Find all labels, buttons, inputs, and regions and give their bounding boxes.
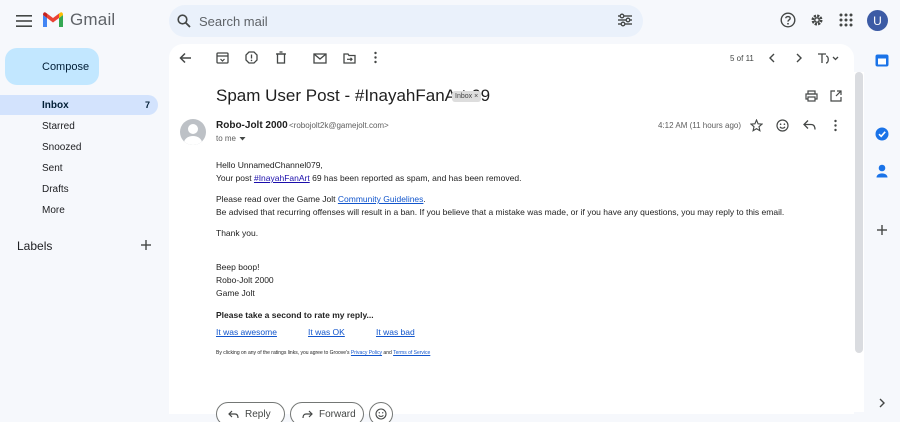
footer-prefix: By clicking on any of the ratings links,… (216, 350, 351, 356)
signature-line-1: Beep boop! (216, 262, 260, 272)
pagination-text: 5 of 11 (730, 54, 754, 63)
chip-label: Inbox (455, 93, 473, 100)
sidebar-item-sent[interactable]: Sent (0, 158, 158, 178)
forward-label: Forward (319, 408, 356, 420)
emoji-react-icon[interactable] (776, 119, 789, 132)
line-2-prefix: Please read over the Game Jolt (216, 194, 338, 204)
footer-and: and (382, 350, 394, 356)
star-icon[interactable] (750, 119, 763, 132)
community-guidelines-link[interactable]: Community Guidelines (338, 194, 424, 204)
archive-icon[interactable] (216, 52, 229, 64)
sidebar-item-label: Snoozed (42, 141, 82, 153)
gmail-m-icon (43, 12, 63, 27)
add-addon-icon[interactable] (876, 224, 888, 236)
inbox-unread-count: 7 (144, 100, 150, 110)
rating-link-awesome[interactable]: It was awesome (216, 327, 277, 337)
sidebar-item-snoozed[interactable]: Snoozed (0, 137, 158, 157)
calendar-app-icon[interactable] (875, 54, 889, 67)
chevron-right-icon[interactable] (795, 53, 803, 63)
search-bar[interactable] (169, 5, 643, 37)
inbox-label-chip[interactable]: Inbox × (452, 91, 482, 102)
email-greeting: Hello UnnamedChannel079, (216, 160, 323, 170)
side-panel (866, 44, 900, 422)
sidebar-item-more[interactable]: More (0, 200, 158, 220)
smiley-icon (375, 408, 387, 420)
move-to-icon[interactable] (343, 52, 356, 64)
sender-name[interactable]: Robo-Jolt 2000 (216, 120, 288, 131)
post-link[interactable]: #InayahFanArt (254, 173, 310, 183)
more-vertical-icon[interactable] (373, 51, 378, 64)
terms-of-service-link[interactable]: Terms of Service (393, 350, 430, 356)
reply-arrow-icon (228, 410, 239, 419)
gear-icon[interactable] (809, 12, 825, 28)
sender-email: <robojolt2k@gamejolt.com> (289, 121, 389, 130)
reply-label: Reply (245, 408, 271, 420)
sidebar-item-label: Starred (42, 120, 75, 132)
email-line-3: Be advised that recurring offenses will … (216, 207, 785, 217)
rating-heading: Please take a second to rate my reply... (216, 310, 374, 320)
caret-down-icon[interactable] (238, 134, 247, 143)
reply-icon[interactable] (803, 119, 816, 131)
forward-button[interactable]: Forward (290, 402, 364, 422)
gmail-wordmark: Gmail (70, 10, 116, 29)
compose-button[interactable]: Compose (5, 48, 99, 85)
sidebar-item-inbox[interactable]: Inbox 7 (0, 95, 158, 115)
recipients-text: to me (216, 134, 237, 143)
sidebar-item-drafts[interactable]: Drafts (0, 179, 158, 199)
scrollbar-thumb[interactable] (855, 72, 863, 353)
reply-button[interactable]: Reply (216, 402, 285, 422)
emoji-reaction-button[interactable] (369, 402, 393, 422)
rating-link-ok[interactable]: It was OK (308, 327, 345, 337)
line-1-prefix: Your post (216, 173, 254, 183)
mark-unread-icon[interactable] (313, 51, 327, 64)
search-icon[interactable] (177, 14, 191, 28)
ratings-footer-note: By clicking on any of the ratings links,… (216, 350, 430, 356)
help-icon[interactable] (780, 12, 796, 28)
labels-heading: Labels (17, 239, 53, 253)
open-new-window-icon[interactable] (830, 90, 842, 102)
line-1-suffix: 69 has been reported as spam, and has be… (309, 173, 522, 183)
tasks-app-icon[interactable] (875, 127, 889, 141)
trash-icon[interactable] (275, 51, 287, 64)
apps-grid-icon[interactable] (839, 13, 853, 27)
email-line-1: Your post #InayahFanArt 69 has been repo… (216, 173, 521, 183)
signature-line-3: Game Jolt (216, 288, 255, 298)
sidebar-item-starred[interactable]: Starred (0, 116, 158, 136)
message-timestamp: 4:12 AM (11 hours ago) (658, 121, 742, 130)
line-2-suffix: . (423, 194, 426, 204)
signature-line-2: Robo-Jolt 2000 (216, 275, 274, 285)
remove-label-icon[interactable]: × (474, 93, 478, 100)
sidebar-item-label: More (42, 204, 65, 216)
report-spam-icon[interactable] (245, 51, 258, 64)
account-avatar[interactable]: U (867, 10, 888, 31)
gmail-logo[interactable]: Gmail (42, 10, 115, 30)
back-arrow-icon[interactable] (179, 52, 192, 64)
email-thanks: Thank you. (216, 228, 259, 238)
sidebar-item-label: Sent (42, 162, 63, 174)
compose-label: Compose (42, 60, 90, 73)
sidebar-item-label: Drafts (42, 183, 69, 195)
search-options-icon[interactable] (617, 13, 633, 27)
privacy-policy-link[interactable]: Privacy Policy (351, 350, 382, 356)
hamburger-icon (16, 15, 32, 27)
forward-arrow-icon (302, 410, 313, 419)
message-more-icon[interactable] (833, 119, 838, 132)
email-subject: Spam User Post - #InayahFanArt 69 (216, 86, 491, 105)
sender-avatar (180, 119, 206, 145)
search-input[interactable] (199, 13, 599, 29)
contacts-app-icon[interactable] (876, 164, 888, 178)
rating-link-bad[interactable]: It was bad (376, 327, 415, 337)
print-icon[interactable] (805, 90, 818, 102)
chevron-left-icon[interactable] (768, 53, 776, 63)
person-icon (184, 124, 202, 145)
input-tools-icon[interactable] (817, 53, 841, 64)
chevron-right-icon[interactable] (878, 398, 886, 408)
sidebar-item-label: Inbox (42, 99, 69, 111)
main-menu-button[interactable] (8, 8, 40, 34)
email-line-2: Please read over the Game Jolt Community… (216, 194, 426, 204)
add-label-icon[interactable] (140, 239, 152, 251)
